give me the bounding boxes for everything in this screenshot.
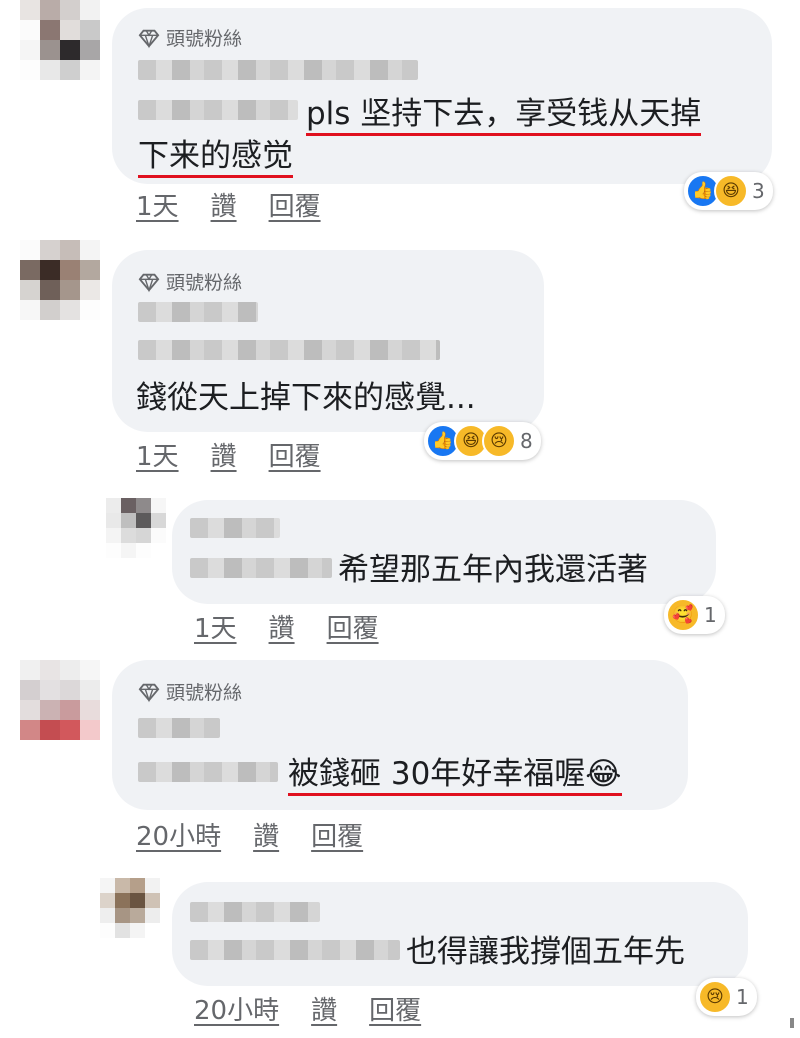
diamond-icon: [138, 273, 160, 292]
comment-actions: 1天 讚 回覆: [136, 436, 321, 473]
comment-actions: 20小時 讚 回覆: [136, 816, 363, 853]
badge-label: 頭號粉絲: [166, 28, 243, 50]
reaction-count: 8: [520, 429, 533, 453]
sad-face-icon: 😢: [482, 424, 516, 458]
blurred-name: [190, 940, 400, 960]
top-fan-badge: 頭號粉絲: [138, 268, 242, 295]
top-fan-badge: 頭號粉絲: [138, 678, 242, 705]
reply-button[interactable]: 回覆: [327, 608, 379, 645]
reaction-summary[interactable]: 😢 1: [696, 978, 757, 1016]
blurred-name: [138, 60, 418, 80]
avatar[interactable]: [106, 498, 166, 558]
comment-3: 希望那五年內我還活著 1天 讚 回覆 🥰 1: [0, 498, 800, 658]
comment-text: 被錢砸 30年好幸福喔😂: [288, 752, 622, 796]
sad-face-icon: 😢: [698, 980, 732, 1014]
avatar[interactable]: [20, 0, 100, 80]
blurred-name: [190, 902, 320, 922]
comment-2: 頭號粉絲 錢從天上掉下來的感覺... 1天 讚 回覆 👍 😆 😢 8: [0, 240, 800, 473]
laughing-face-icon: 😆: [714, 174, 748, 208]
reaction-count: 3: [752, 179, 765, 203]
top-fan-badge: 頭號粉絲: [138, 24, 242, 51]
comment-text-line: 下来的感觉: [138, 138, 293, 178]
reply-button[interactable]: 回覆: [269, 436, 321, 473]
timestamp-link[interactable]: 20小時: [136, 816, 221, 853]
care-face-icon: 🥰: [666, 598, 700, 632]
blurred-name: [138, 718, 220, 738]
like-button[interactable]: 讚: [253, 816, 279, 853]
blurred-name: [190, 558, 332, 578]
badge-label: 頭號粉絲: [166, 272, 243, 294]
comment-5: 也得讓我撐個五年先 20小時 讚 回覆 😢 1: [0, 878, 800, 1038]
timestamp-link[interactable]: 1天: [136, 186, 179, 223]
badge-label: 頭號粉絲: [166, 682, 243, 704]
comment-1: 頭號粉絲 pls 坚持下去，享受钱从天掉 下来的感觉 1天 讚 回覆 👍 😆 3: [0, 0, 800, 225]
comment-text: 下来的感觉: [138, 134, 293, 178]
blurred-name: [138, 762, 278, 782]
reply-button[interactable]: 回覆: [369, 990, 421, 1027]
like-button[interactable]: 讚: [311, 990, 337, 1027]
reaction-count: 1: [704, 603, 717, 627]
comment-actions: 1天 讚 回覆: [136, 186, 321, 223]
reaction-summary[interactable]: 🥰 1: [664, 596, 725, 634]
blurred-name: [138, 100, 298, 120]
comment-text: 希望那五年內我還活著: [338, 552, 648, 588]
avatar[interactable]: [100, 878, 160, 938]
like-button[interactable]: 讚: [211, 436, 237, 473]
timestamp-link[interactable]: 1天: [136, 436, 179, 473]
comment-text: 也得讓我撐個五年先: [406, 934, 685, 970]
like-button[interactable]: 讚: [269, 608, 295, 645]
comment-text: pls 坚持下去，享受钱从天掉: [306, 92, 702, 136]
comment-4: 頭號粉絲 被錢砸 30年好幸福喔😂 20小時 讚 回覆: [0, 658, 800, 878]
timestamp-link[interactable]: 1天: [194, 608, 237, 645]
comment-text-line: pls 坚持下去，享受钱从天掉: [306, 96, 702, 136]
reaction-summary[interactable]: 👍 😆 😢 8: [424, 422, 541, 460]
comment-actions: 1天 讚 回覆: [194, 608, 379, 645]
comment-actions: 20小時 讚 回覆: [194, 990, 421, 1027]
blurred-text: [138, 340, 440, 360]
diamond-icon: [138, 683, 160, 702]
reaction-summary[interactable]: 👍 😆 3: [684, 172, 773, 210]
blurred-name: [190, 518, 280, 538]
avatar[interactable]: [20, 240, 100, 320]
avatar[interactable]: [20, 660, 100, 740]
comment-text-line: 被錢砸 30年好幸福喔😂: [288, 756, 622, 796]
timestamp-link[interactable]: 20小時: [194, 990, 279, 1027]
blurred-name: [138, 302, 258, 322]
comment-text: 錢從天上掉下來的感覺...: [136, 380, 476, 416]
like-button[interactable]: 讚: [211, 186, 237, 223]
scrollbar-thumb[interactable]: [790, 1018, 794, 1028]
reaction-count: 1: [736, 985, 749, 1009]
reply-button[interactable]: 回覆: [311, 816, 363, 853]
diamond-icon: [138, 29, 160, 48]
reply-button[interactable]: 回覆: [269, 186, 321, 223]
